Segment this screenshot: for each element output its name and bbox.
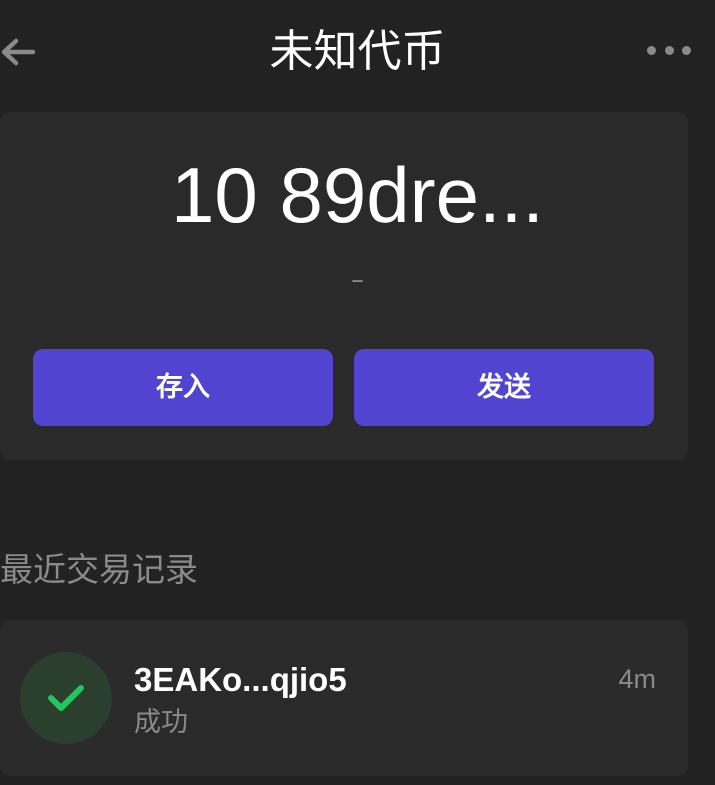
transaction-status: 成功 bbox=[134, 707, 188, 738]
transaction-time: 4m bbox=[618, 664, 656, 694]
check-icon bbox=[48, 685, 84, 711]
send-button[interactable]: 发送 bbox=[354, 349, 654, 426]
recent-transactions-title: 最近交易记录 bbox=[0, 550, 198, 589]
more-horizontal-icon bbox=[647, 45, 656, 55]
token-balance: 10 89dre... bbox=[171, 151, 544, 239]
deposit-button[interactable]: 存入 bbox=[33, 349, 333, 426]
page-title: 未知代币 bbox=[269, 26, 446, 77]
token-detail-page: 未知代币 10 89dre... – 存入 发送 最近交易记录 3EAKo...… bbox=[0, 0, 715, 785]
transaction-row[interactable]: 3EAKo...qjio5 成功 4m bbox=[0, 620, 688, 776]
fiat-value: – bbox=[351, 265, 364, 295]
more-button[interactable] bbox=[647, 40, 691, 60]
header: 未知代币 bbox=[0, 0, 715, 100]
transaction-address: 3EAKo...qjio5 bbox=[134, 661, 347, 698]
success-status-badge bbox=[20, 652, 112, 744]
